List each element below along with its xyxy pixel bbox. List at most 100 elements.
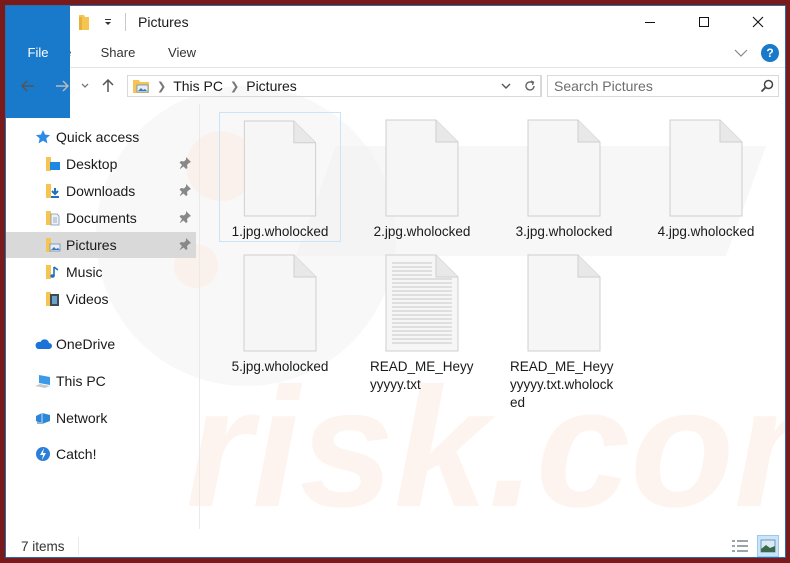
sidebar-item-label: Pictures bbox=[66, 237, 117, 253]
breadcrumb-separator: ❯ bbox=[157, 80, 167, 93]
sidebar-item-onedrive[interactable]: OneDrive bbox=[6, 331, 196, 357]
music-folder-icon bbox=[44, 263, 62, 281]
minimize-icon bbox=[645, 22, 655, 23]
pictures-folder-icon bbox=[132, 78, 150, 94]
new-folder-icon[interactable] bbox=[75, 13, 93, 31]
file-item[interactable]: 3.jpg.wholocked bbox=[503, 112, 625, 242]
file-item[interactable]: READ_ME_Heyyyyyyy.txt.wholocked bbox=[503, 247, 625, 417]
sidebar-item-catch[interactable]: Catch! bbox=[6, 441, 196, 467]
network-icon bbox=[34, 409, 52, 427]
expand-ribbon-button[interactable] bbox=[733, 46, 749, 61]
sidebar-item-label: Network bbox=[56, 410, 108, 426]
refresh-icon bbox=[524, 80, 535, 91]
help-button[interactable]: ? bbox=[761, 44, 779, 62]
view-toggle bbox=[729, 533, 779, 557]
refresh-button[interactable] bbox=[518, 75, 542, 97]
details-view-icon bbox=[732, 540, 748, 552]
file-list-view: 1.jpg.wholocked 2.jpg.wholocked 3.jpg.wh… bbox=[201, 104, 785, 529]
star-icon bbox=[34, 128, 52, 146]
sidebar-item-pictures[interactable]: Pictures bbox=[6, 232, 196, 258]
pin-icon[interactable] bbox=[178, 237, 192, 251]
text-file-icon bbox=[385, 254, 459, 352]
breadcrumb-this-pc[interactable]: This PC bbox=[173, 78, 223, 94]
status-divider bbox=[78, 537, 79, 555]
sidebar-item-downloads[interactable]: Downloads bbox=[6, 178, 196, 204]
file-name: 2.jpg.wholocked bbox=[373, 224, 471, 239]
chevron-down-icon bbox=[81, 83, 89, 88]
pictures-folder-icon bbox=[44, 236, 62, 254]
pin-icon[interactable] bbox=[178, 183, 192, 197]
desktop-folder-icon bbox=[44, 155, 62, 173]
file-item[interactable]: 4.jpg.wholocked bbox=[645, 112, 767, 242]
breadcrumb-separator: ❯ bbox=[230, 80, 240, 93]
videos-folder-icon bbox=[44, 290, 62, 308]
address-history-dropdown[interactable] bbox=[496, 83, 516, 90]
file-name: 1.jpg.wholocked bbox=[231, 224, 329, 239]
file-name: 3.jpg.wholocked bbox=[515, 224, 613, 239]
ribbon-tabs: File Home Share View ? bbox=[6, 6, 785, 118]
blank-file-icon bbox=[527, 119, 601, 217]
sidebar-item-label: Quick access bbox=[56, 129, 140, 145]
large-icons-view-icon bbox=[760, 539, 776, 553]
search-input[interactable] bbox=[548, 76, 756, 96]
pin-icon[interactable] bbox=[178, 156, 192, 170]
large-icons-view-button[interactable] bbox=[757, 535, 779, 557]
onedrive-icon bbox=[34, 335, 52, 353]
window-title: Pictures bbox=[138, 14, 189, 30]
blank-file-icon bbox=[527, 254, 601, 352]
sidebar-item-quick-access[interactable]: Quick access bbox=[6, 124, 196, 150]
tab-view[interactable]: View bbox=[150, 38, 214, 68]
status-bar: 7 items bbox=[6, 533, 785, 557]
sidebar-item-music[interactable]: Music bbox=[6, 259, 196, 285]
sidebar-item-label: OneDrive bbox=[56, 336, 116, 352]
sidebar-item-label: This PC bbox=[56, 373, 106, 389]
file-item[interactable]: 5.jpg.wholocked bbox=[219, 247, 341, 377]
tab-share[interactable]: Share bbox=[86, 38, 150, 68]
sidebar-item-desktop[interactable]: Desktop bbox=[6, 151, 196, 177]
file-name: READ_ME_Heyyyyyyy.txt bbox=[370, 359, 474, 392]
search-icon[interactable] bbox=[756, 79, 778, 93]
title-bar: Pictures bbox=[6, 6, 785, 38]
minimize-button[interactable] bbox=[623, 6, 677, 38]
sidebar-item-label: Videos bbox=[66, 291, 109, 307]
navigation-bar: ❯ This PC ❯ Pictures bbox=[6, 68, 785, 104]
back-button[interactable] bbox=[15, 73, 41, 99]
file-item[interactable]: 1.jpg.wholocked bbox=[219, 112, 341, 242]
details-view-button[interactable] bbox=[729, 535, 751, 557]
chevron-down-icon bbox=[734, 49, 748, 57]
sidebar-item-videos[interactable]: Videos bbox=[6, 286, 196, 312]
this-pc-icon bbox=[34, 372, 52, 390]
blank-file-icon bbox=[243, 120, 317, 217]
sidebar-item-label: Downloads bbox=[66, 183, 136, 199]
maximize-button[interactable] bbox=[677, 6, 731, 38]
sidebar-item-network[interactable]: Network bbox=[6, 405, 196, 431]
address-bar[interactable]: ❯ This PC ❯ Pictures bbox=[127, 75, 541, 97]
recent-locations-button[interactable] bbox=[77, 73, 93, 99]
blank-file-icon bbox=[385, 119, 459, 217]
breadcrumb: ❯ This PC ❯ Pictures bbox=[128, 78, 496, 94]
breadcrumb-pictures[interactable]: Pictures bbox=[246, 78, 297, 94]
search-box bbox=[547, 75, 779, 97]
forward-button[interactable] bbox=[49, 73, 75, 99]
maximize-icon bbox=[699, 17, 709, 27]
file-name: 5.jpg.wholocked bbox=[231, 359, 329, 374]
file-name: 4.jpg.wholocked bbox=[657, 224, 755, 239]
up-button[interactable] bbox=[95, 73, 121, 99]
window-controls bbox=[623, 6, 785, 38]
pin-icon[interactable] bbox=[178, 210, 192, 224]
file-item[interactable]: 2.jpg.wholocked bbox=[361, 112, 483, 242]
file-item[interactable]: READ_ME_Heyyyyyyy.txt bbox=[361, 247, 483, 397]
sidebar-item-label: Catch! bbox=[56, 446, 97, 462]
arrow-left-icon bbox=[21, 80, 34, 92]
file-explorer-window: risk.com Pictures bbox=[5, 5, 786, 558]
item-count: 7 items bbox=[21, 538, 65, 554]
sidebar-item-this-pc[interactable]: This PC bbox=[6, 368, 196, 394]
sidebar-item-documents[interactable]: Documents bbox=[6, 205, 196, 231]
close-button[interactable] bbox=[731, 6, 785, 38]
navigation-pane: Quick access Desktop Downloads Documents bbox=[6, 104, 200, 529]
customize-toolbar-icon[interactable] bbox=[99, 13, 117, 31]
toolbar-divider bbox=[125, 13, 126, 31]
arrow-right-icon bbox=[56, 80, 69, 92]
documents-folder-icon bbox=[44, 209, 62, 227]
ribbon-right-controls: ? bbox=[733, 38, 779, 68]
